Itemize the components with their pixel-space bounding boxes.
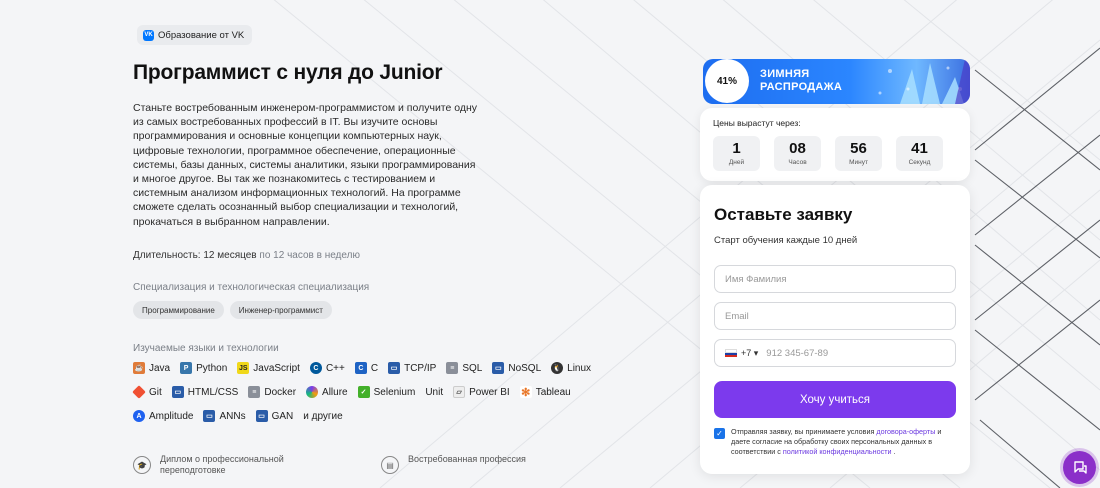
email-input[interactable]: Email xyxy=(714,302,956,330)
timer-seconds: 41 Секунд xyxy=(896,136,943,171)
tech-anns: ▭ ANNs xyxy=(203,410,246,422)
tech-allure: Allure xyxy=(306,386,348,398)
sale-title: ЗИМНЯЯ РАСПРОДАЖА xyxy=(760,68,843,93)
chat-icon xyxy=(1073,460,1087,474)
specialization-label: Специализация и технологическая специали… xyxy=(133,282,370,293)
database-icon: ≡ xyxy=(446,362,459,374)
duration-value: 12 месяцев xyxy=(203,250,257,261)
tech-unit: Unit xyxy=(425,386,444,398)
tech-linux: 🐧 Linux xyxy=(551,362,592,374)
vk-education-badge[interactable]: VK Образование от VK xyxy=(137,25,253,45)
javascript-icon: JS xyxy=(237,362,250,374)
tech-java: ☕ Java xyxy=(133,362,171,374)
tech-others: и другие xyxy=(303,410,343,422)
ann-icon: ▭ xyxy=(203,410,216,422)
python-icon: P xyxy=(180,362,193,374)
network-icon: ▭ xyxy=(388,362,401,374)
name-input[interactable]: Имя Фамилия xyxy=(714,265,956,293)
profession-icon: ▤ xyxy=(381,456,399,474)
tech-c: CC xyxy=(354,362,378,374)
duration: Длительность: 12 месяцев по 12 часов в н… xyxy=(133,250,360,261)
tech-nosql: ▭ NoSQL xyxy=(492,362,541,374)
winter-sale-banner[interactable]: 41% ЗИМНЯЯ РАСПРОДАЖА xyxy=(703,59,970,104)
tech-tableau: ✻ Tableau xyxy=(519,386,571,399)
tech-javascript: JS JavaScript xyxy=(237,362,300,374)
submit-button[interactable]: Хочу учиться xyxy=(714,381,956,418)
docker-icon: ≡ xyxy=(248,386,261,398)
phone-input[interactable]: +7 ▾ 912 345-67-89 xyxy=(714,339,956,367)
c-icon: C xyxy=(354,362,367,374)
chat-button[interactable] xyxy=(1063,451,1096,484)
selenium-icon: ✓ xyxy=(357,386,370,398)
tableau-icon: ✻ xyxy=(519,386,532,399)
tech-selenium: ✓ Selenium xyxy=(357,386,415,398)
chip-software-engineer[interactable]: Инженер-программист xyxy=(229,301,332,319)
sale-decoration-icon xyxy=(878,59,970,104)
tech-git: Git xyxy=(132,385,162,399)
tech-row-2: Git ▭ HTML/CSS ≡ Docker Allure ✓ Selenium U… xyxy=(132,385,571,399)
git-icon xyxy=(132,385,146,399)
offer-link[interactable]: договора-оферты xyxy=(876,427,935,436)
java-icon: ☕ xyxy=(133,362,145,374)
tech-python: P Python xyxy=(180,362,227,374)
countdown-timer: Цены вырастут через: 1 Дней 08 Часов 56 Мин… xyxy=(700,108,970,181)
tech-gan: ▭ GAN xyxy=(255,410,293,422)
discount-badge: 41% xyxy=(707,61,747,101)
phone-code-select[interactable]: +7 ▾ xyxy=(741,348,758,359)
tech-amplitude: A Amplitude xyxy=(133,410,193,422)
course-features: 🎓 Диплом о профессиональной переподготов… xyxy=(133,454,611,476)
form-subtitle: Старт обучения каждые 10 дней xyxy=(714,235,858,246)
tech-sql: ≡ SQL xyxy=(446,362,482,374)
chip-programming[interactable]: Программирование xyxy=(133,301,224,319)
tech-row-3: A Amplitude ▭ ANNs ▭ GAN и другие xyxy=(133,410,343,422)
consent: ✓ Отправляя заявку, вы принимаете услови… xyxy=(714,427,959,457)
tech-tcpip: ▭ TCP/IP xyxy=(388,362,436,374)
feature-profession: ▤ Востребованная профессия xyxy=(381,454,611,476)
allure-icon xyxy=(306,386,319,398)
linux-icon: 🐧 xyxy=(551,362,564,374)
tech-docker: ≡ Docker xyxy=(248,386,296,398)
form-title: Оставьте заявку xyxy=(714,205,853,224)
privacy-policy-link[interactable]: политикой конфиденциальности xyxy=(783,447,892,456)
duration-label: Длительность: xyxy=(133,250,201,261)
russia-flag-icon[interactable] xyxy=(725,349,737,357)
page-title: Программист с нуля до Junior xyxy=(133,61,443,84)
cpp-icon: C xyxy=(309,362,322,374)
timer-hours: 08 Часов xyxy=(774,136,821,171)
timer-minutes: 56 Минут xyxy=(835,136,882,171)
nosql-icon: ▭ xyxy=(492,362,505,374)
tech-powerbi: ▱ Power BI xyxy=(453,386,510,398)
html-icon: ▭ xyxy=(171,386,184,398)
tech-cpp: C C++ xyxy=(309,362,345,374)
tech-htmlcss: ▭ HTML/CSS xyxy=(171,386,238,398)
vk-logo-icon: VK xyxy=(143,29,154,41)
consent-text: Отправляя заявку, вы принимаете условия … xyxy=(731,427,942,456)
duration-hours: по 12 часов в неделю xyxy=(259,250,360,261)
timer-days: 1 Дней xyxy=(713,136,760,171)
specialization-chips: Программирование Инженер-программист xyxy=(133,301,332,319)
amplitude-icon: A xyxy=(133,410,145,422)
timer-label: Цены вырастут через: xyxy=(713,118,801,128)
course-description: Станьте востребованным инженером-програм… xyxy=(133,102,478,228)
gan-icon: ▭ xyxy=(255,410,268,422)
badge-label: Образование от VK xyxy=(158,29,245,41)
diploma-icon: 🎓 xyxy=(133,456,151,474)
powerbi-icon: ▱ xyxy=(453,386,466,398)
timer-boxes: 1 Дней 08 Часов 56 Минут 41 Секунд xyxy=(713,136,943,171)
application-form: Оставьте заявку Старт обучения каждые 10… xyxy=(700,185,970,474)
consent-checkbox[interactable]: ✓ xyxy=(714,428,725,439)
technologies-label: Изучаемые языки и технологии xyxy=(133,343,279,354)
feature-diploma: 🎓 Диплом о профессиональной переподготов… xyxy=(133,454,363,476)
tech-row-1: ☕ Java P Python JS JavaScript C C++ CC ▭ TCP/… xyxy=(133,362,591,374)
